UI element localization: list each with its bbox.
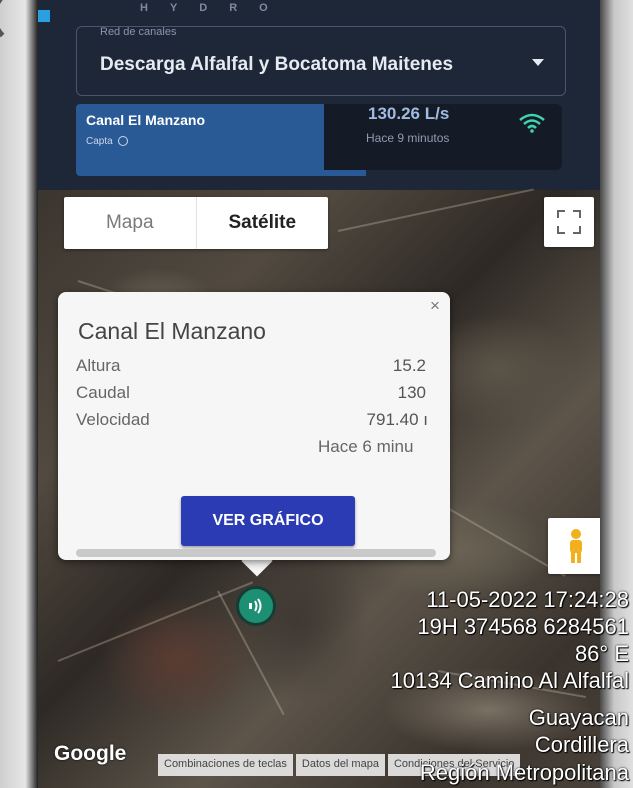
terrain-ridge [337, 188, 534, 232]
wifi-icon [519, 113, 545, 133]
app-corner-marker [38, 10, 50, 22]
reading-time: Hace 9 minutos [366, 131, 450, 145]
info-window-title: Canal El Manzano [78, 318, 266, 344]
close-icon[interactable]: × [430, 296, 440, 316]
station-marker[interactable] [236, 586, 276, 626]
info-icon [118, 136, 129, 147]
stamp-province: Cordillera [534, 732, 629, 757]
stamp-datetime: 11-05-2022 17:24:28 [426, 587, 629, 612]
stamp-coordinates: 19H 374568 6284561 [417, 614, 629, 639]
map-data-link[interactable]: Datos del mapa [295, 754, 385, 776]
map-type-toggle: Mapa Satélite [64, 197, 328, 249]
brand-logo: HYDRO [140, 2, 290, 14]
chevron-down-icon[interactable] [532, 59, 544, 66]
station-name: Canal El Manzano [86, 112, 206, 128]
info-label: Velocidad [76, 410, 150, 429]
station-type-label: Capta [86, 136, 113, 147]
fullscreen-icon [573, 210, 581, 218]
terrain-ridge [57, 581, 254, 662]
signal-icon [249, 598, 262, 614]
map-type-satellite-button[interactable]: Satélite [197, 197, 329, 249]
fullscreen-button[interactable] [544, 197, 594, 247]
google-logo: Google [54, 742, 127, 765]
fullscreen-icon [557, 210, 565, 218]
network-select-value[interactable]: Descarga Alfalfal y Bocatoma Maitenes [100, 54, 453, 76]
keyboard-shortcuts-link[interactable]: Combinaciones de teclas [158, 754, 293, 776]
info-value: 130 [397, 383, 426, 402]
view-graph-button[interactable]: VER GRÁFICO [181, 496, 355, 546]
info-row-velocidad: Velocidad 791.40 ı [76, 410, 428, 430]
pegman-icon [570, 529, 582, 563]
street-view-button[interactable] [548, 518, 600, 574]
info-window-scrollbar[interactable] [76, 549, 436, 557]
network-select-label: Red de canales [100, 26, 177, 38]
info-row-altura: Altura 15.2 [76, 356, 428, 376]
reading-value: 130.26 L/s [368, 104, 450, 123]
info-label: Altura [76, 356, 121, 375]
info-label: Caudal [76, 383, 130, 402]
info-row-caudal: Caudal 130 [76, 383, 428, 403]
info-time: Hace 6 minu [318, 437, 414, 456]
app-header: HYDRO Red de canales Descarga Alfalfal y… [38, 0, 600, 190]
fullscreen-icon [573, 226, 581, 234]
map-type-map-button[interactable]: Mapa [64, 197, 197, 249]
fullscreen-icon [557, 226, 565, 234]
info-value: 15.2 [392, 356, 426, 375]
stamp-locality: Guayacan [528, 705, 629, 730]
stamp-address: 10134 Camino Al Alfalfal [390, 668, 630, 693]
stamp-region: Región Metropolitana [419, 760, 629, 785]
stamp-heading: 86° E [574, 641, 629, 666]
info-value: 791.40 ı [366, 410, 428, 429]
station-type: Capta [86, 136, 129, 147]
